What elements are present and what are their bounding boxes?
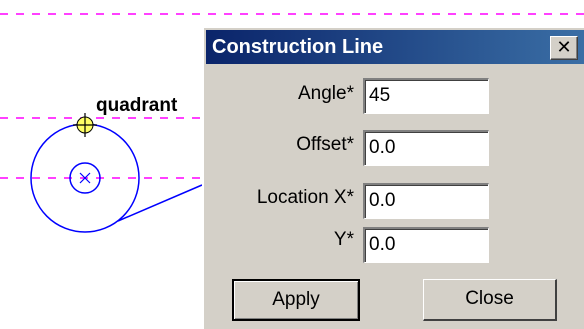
location-x-label: Location X* [256,187,354,208]
dialog-title-bar[interactable]: Construction Line ✕ [206,30,584,64]
quadrant-snap-label: quadrant [96,95,178,116]
close-button[interactable]: Close [423,279,557,321]
quadrant-snap-icon [73,113,97,137]
tangent-line [117,184,203,222]
apply-button[interactable]: Apply [232,279,360,321]
angle-field[interactable]: 45 [363,78,489,114]
location-x-field[interactable]: 0.0 [363,183,489,219]
offset-label: Offset* [296,134,354,155]
construction-line-dialog: Construction Line ✕ Angle* 45 Offset* 0.… [202,26,584,329]
angle-label: Angle* [298,83,354,104]
location-y-label: Y* [333,229,354,250]
offset-field[interactable]: 0.0 [363,130,489,166]
dialog-title: Construction Line [212,36,384,58]
location-y-field[interactable]: 0.0 [363,227,489,263]
close-icon[interactable]: ✕ [550,36,578,60]
